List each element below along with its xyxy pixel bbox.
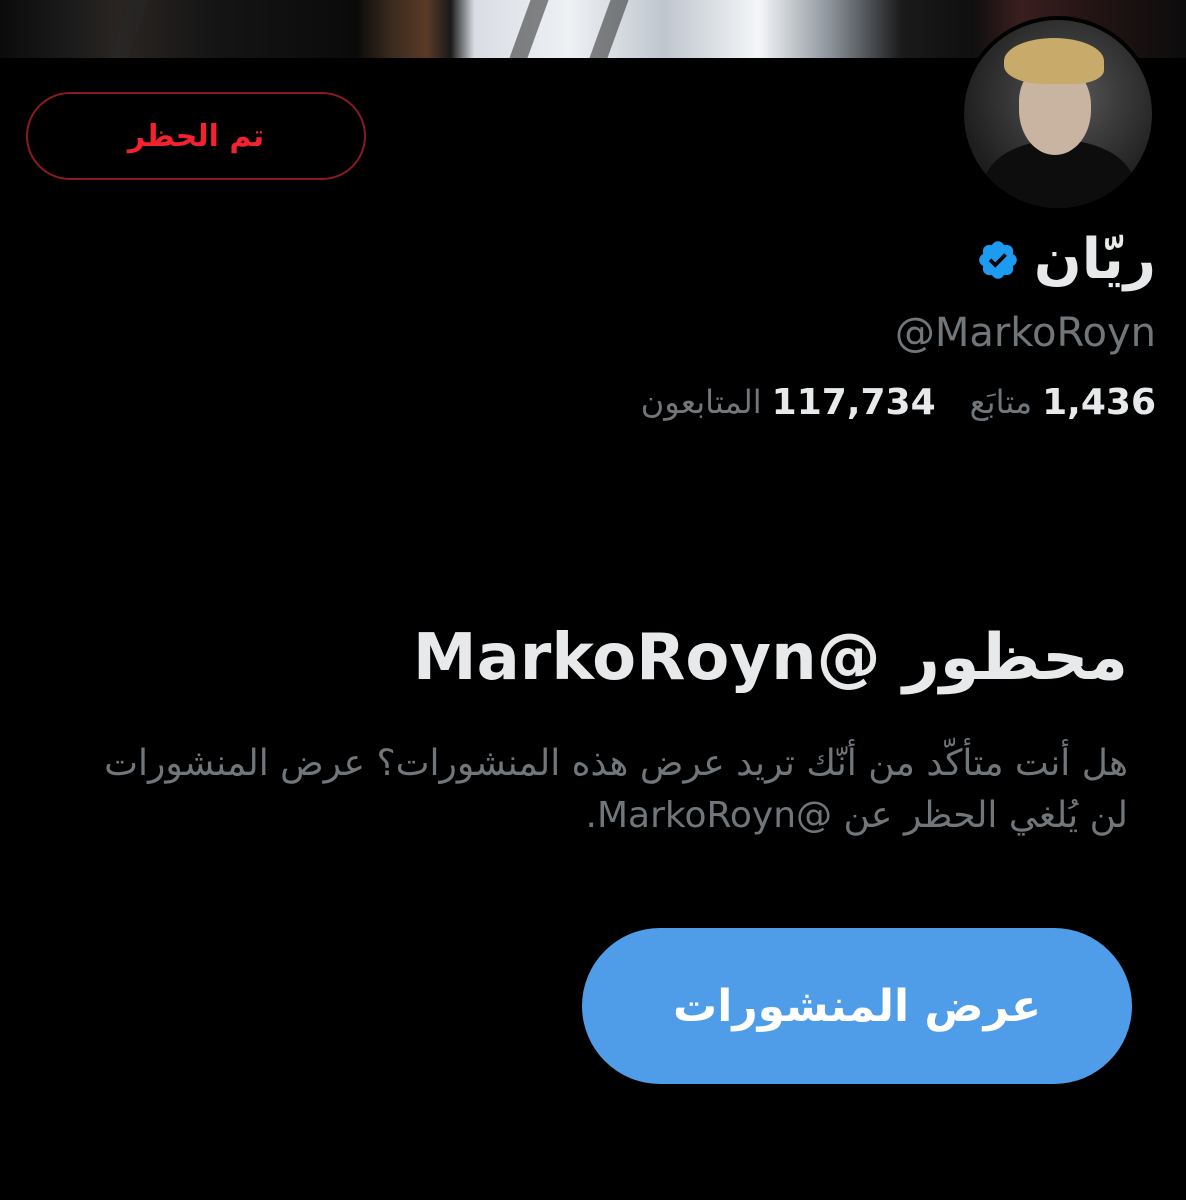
avatar-hair bbox=[1004, 38, 1104, 84]
avatar[interactable] bbox=[960, 16, 1156, 212]
banner-decoration bbox=[509, 0, 549, 58]
profile-stats: 1,436 متابَع 117,734 المتابعون bbox=[607, 378, 1156, 426]
following-count: 1,436 bbox=[1042, 381, 1156, 423]
followers-label: المتابعون bbox=[640, 383, 762, 421]
blocked-notice-title: محظور @MarkoRoyn bbox=[412, 621, 1128, 695]
view-posts-button[interactable]: عرض المنشورات bbox=[582, 928, 1132, 1084]
verified-badge-icon[interactable] bbox=[976, 238, 1020, 282]
banner-decoration bbox=[109, 0, 149, 58]
followers-count: 117,734 bbox=[771, 381, 936, 423]
following-stat[interactable]: 1,436 متابَع bbox=[970, 382, 1156, 423]
followers-stat[interactable]: 117,734 المتابعون bbox=[641, 382, 936, 423]
following-label: متابَع bbox=[969, 383, 1033, 421]
display-name: ريّان bbox=[1033, 227, 1156, 292]
profile-name-row: ريّان bbox=[976, 228, 1156, 292]
profile-handle: @MarkoRoyn bbox=[894, 310, 1156, 356]
banner-decoration bbox=[589, 0, 629, 58]
blocked-notice-description: هل أنت متأكّد من أنّك تريد عرض هذه المنش… bbox=[104, 743, 1128, 836]
blocked-button-label: تم الحظر bbox=[127, 118, 265, 154]
blocked-button[interactable]: تم الحظر bbox=[26, 92, 366, 180]
view-posts-button-label: عرض المنشورات bbox=[673, 980, 1041, 1032]
